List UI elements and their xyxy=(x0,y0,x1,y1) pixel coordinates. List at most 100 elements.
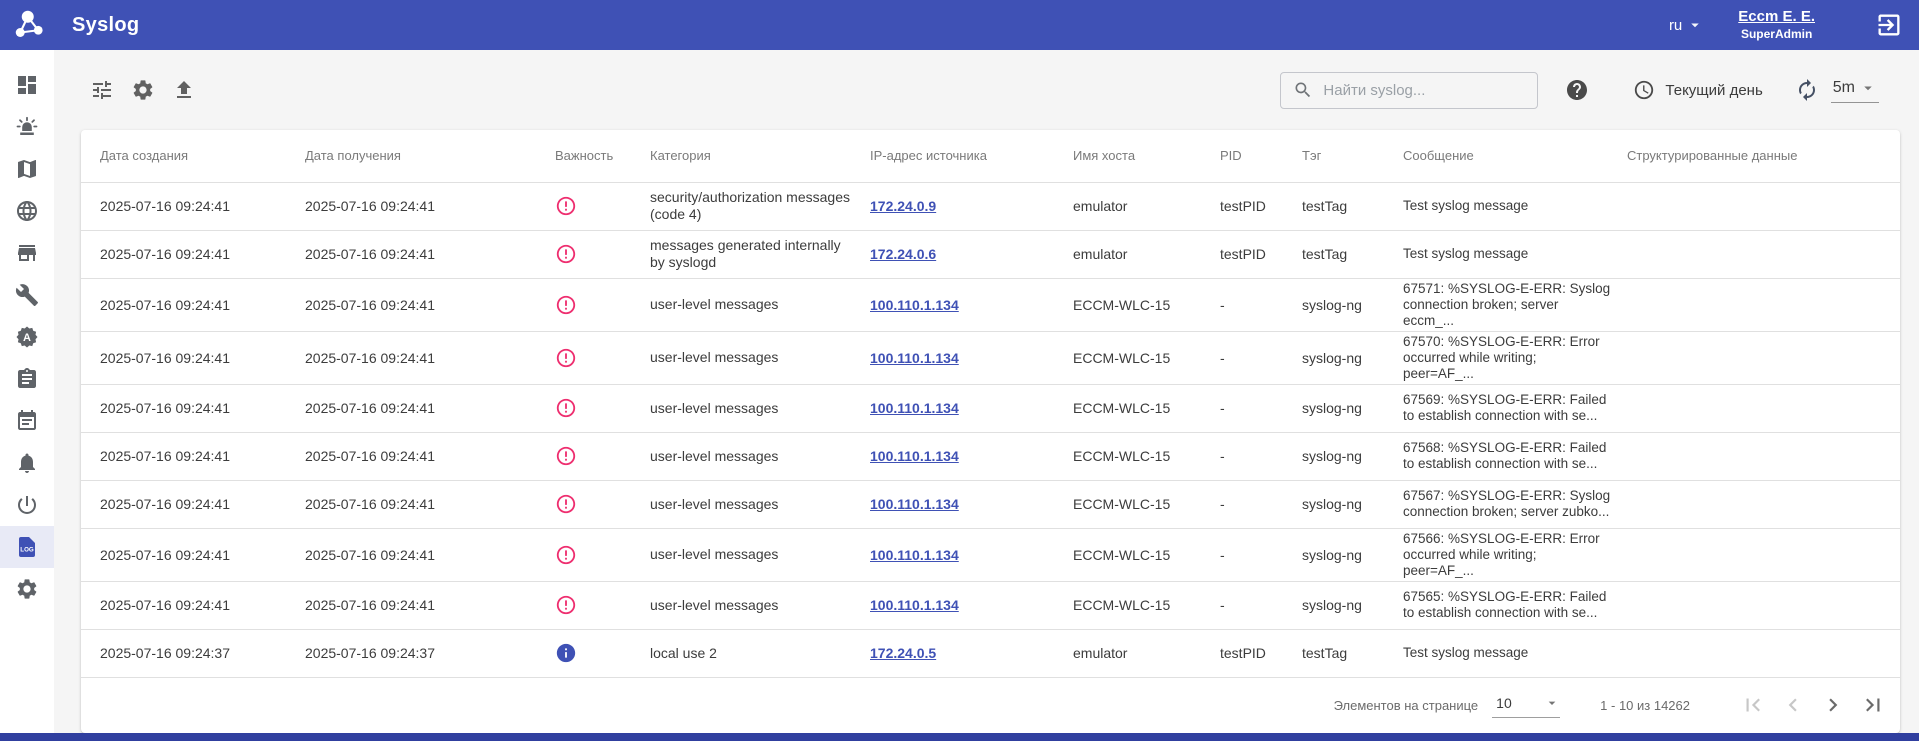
cell-pid: - xyxy=(1220,278,1302,331)
chevron-down-icon xyxy=(1859,79,1877,97)
chevron-down-icon xyxy=(1686,16,1704,34)
sidebar-item-alarms[interactable] xyxy=(0,106,54,148)
filter-button[interactable] xyxy=(90,78,114,102)
cell-severity xyxy=(555,182,650,230)
dashboard-icon xyxy=(15,73,39,97)
source-ip-link[interactable]: 100.110.1.134 xyxy=(870,496,959,512)
sidebar-item-map[interactable] xyxy=(0,148,54,190)
cell-pid: testPID xyxy=(1220,230,1302,278)
sidebar-item-syslog[interactable]: LOG xyxy=(0,526,54,568)
cell-message: 67571: %SYSLOG-E-ERR: Syslog connection … xyxy=(1403,278,1627,331)
search-input[interactable] xyxy=(1323,82,1525,99)
sidebar-item-notifications[interactable] xyxy=(0,442,54,484)
cell-received: 2025-07-16 09:24:41 xyxy=(305,432,555,480)
sidebar-item-autoconfig[interactable]: A xyxy=(0,316,54,358)
upload-icon xyxy=(172,78,196,102)
calendar-icon xyxy=(15,409,39,433)
last-page-icon xyxy=(1860,692,1886,718)
cell-host: emulator xyxy=(1073,230,1220,278)
cell-host: ECCM-WLC-15 xyxy=(1073,384,1220,432)
table-settings-button[interactable] xyxy=(131,78,155,102)
sidebar-item-tasks[interactable] xyxy=(0,358,54,400)
cell-received: 2025-07-16 09:24:41 xyxy=(305,230,555,278)
cell-structured-data xyxy=(1627,384,1900,432)
cell-message: 67567: %SYSLOG-E-ERR: Syslog connection … xyxy=(1403,480,1627,528)
column-header-received: Дата получения xyxy=(305,130,555,182)
cell-received: 2025-07-16 09:24:37 xyxy=(305,629,555,677)
cell-structured-data xyxy=(1627,528,1900,581)
cell-created: 2025-07-16 09:24:41 xyxy=(81,528,305,581)
source-ip-link[interactable]: 100.110.1.134 xyxy=(870,350,959,366)
error-severity-icon xyxy=(555,195,577,217)
source-ip-link[interactable]: 100.110.1.134 xyxy=(870,400,959,416)
cell-category: user-level messages xyxy=(650,278,870,331)
cell-created: 2025-07-16 09:24:41 xyxy=(81,581,305,629)
sidebar-item-tools[interactable] xyxy=(0,274,54,316)
source-ip-link[interactable]: 100.110.1.134 xyxy=(870,297,959,313)
first-page-button[interactable] xyxy=(1740,692,1766,718)
source-ip-link[interactable]: 172.24.0.5 xyxy=(870,645,936,661)
clipboard-icon xyxy=(15,367,39,391)
error-severity-icon xyxy=(555,544,577,566)
cell-severity xyxy=(555,432,650,480)
cell-message: 67569: %SYSLOG-E-ERR: Failed to establis… xyxy=(1403,384,1627,432)
page-title: Syslog xyxy=(72,14,139,37)
column-header-structured-data: Структурированные данные xyxy=(1627,130,1900,182)
cell-received: 2025-07-16 09:24:41 xyxy=(305,278,555,331)
previous-page-button[interactable] xyxy=(1780,692,1806,718)
cell-message: 67565: %SYSLOG-E-ERR: Failed to establis… xyxy=(1403,581,1627,629)
logout-button[interactable] xyxy=(1875,11,1903,39)
cell-severity xyxy=(555,480,650,528)
language-selector[interactable]: ru xyxy=(1669,16,1704,34)
cell-created: 2025-07-16 09:24:41 xyxy=(81,182,305,230)
help-button[interactable] xyxy=(1565,78,1589,102)
source-ip-link[interactable]: 100.110.1.134 xyxy=(870,597,959,613)
items-per-page-select[interactable]: 10 xyxy=(1492,693,1560,718)
sidebar-item-power[interactable] xyxy=(0,484,54,526)
source-ip-link[interactable]: 172.24.0.6 xyxy=(870,246,936,262)
sidebar-item-network[interactable] xyxy=(0,190,54,232)
cell-message: Test syslog message xyxy=(1403,182,1627,230)
cell-tag: syslog-ng xyxy=(1302,581,1403,629)
sidebar-item-settings[interactable] xyxy=(0,568,54,610)
source-ip-link[interactable]: 172.24.0.9 xyxy=(870,198,936,214)
gear-icon xyxy=(131,78,155,102)
cell-pid: - xyxy=(1220,480,1302,528)
error-severity-icon xyxy=(555,294,577,316)
last-page-button[interactable] xyxy=(1860,692,1886,718)
period-button[interactable]: Текущий день xyxy=(1633,79,1762,101)
cell-source-ip: 100.110.1.134 xyxy=(870,432,1073,480)
first-page-icon xyxy=(1740,692,1766,718)
table-row: 2025-07-16 09:24:41 2025-07-16 09:24:41 … xyxy=(81,331,1900,384)
cell-pid: - xyxy=(1220,581,1302,629)
sidebar-item-inventory[interactable] xyxy=(0,232,54,274)
user-name-link[interactable]: Eccm E. E. xyxy=(1738,8,1815,27)
cell-pid: - xyxy=(1220,331,1302,384)
table-row: 2025-07-16 09:24:41 2025-07-16 09:24:41 … xyxy=(81,480,1900,528)
log-file-icon: LOG xyxy=(15,535,39,559)
refresh-interval-select[interactable]: 5m xyxy=(1831,77,1879,103)
sidebar-item-schedule[interactable] xyxy=(0,400,54,442)
cell-source-ip: 100.110.1.134 xyxy=(870,581,1073,629)
cell-severity xyxy=(555,331,650,384)
cell-pid: testPID xyxy=(1220,182,1302,230)
column-header-severity: Важность xyxy=(555,130,650,182)
cell-received: 2025-07-16 09:24:41 xyxy=(305,384,555,432)
cell-source-ip: 100.110.1.134 xyxy=(870,331,1073,384)
toolbar: Текущий день 5m xyxy=(54,50,1919,130)
next-page-button[interactable] xyxy=(1820,692,1846,718)
column-header-host: Имя хоста xyxy=(1073,130,1220,182)
refresh-button[interactable] xyxy=(1795,78,1819,102)
user-block: Eccm E. E. SuperAdmin xyxy=(1738,8,1815,42)
sidebar-item-dashboard[interactable] xyxy=(0,64,54,106)
export-button[interactable] xyxy=(172,78,196,102)
syslog-table-card: Дата создания Дата получения Важность Ка… xyxy=(81,130,1900,733)
help-icon xyxy=(1565,78,1589,102)
svg-text:LOG: LOG xyxy=(20,547,34,554)
cell-tag: syslog-ng xyxy=(1302,528,1403,581)
filter-tune-icon xyxy=(90,78,114,102)
cell-category: user-level messages xyxy=(650,480,870,528)
source-ip-link[interactable]: 100.110.1.134 xyxy=(870,448,959,464)
cell-pid: - xyxy=(1220,432,1302,480)
source-ip-link[interactable]: 100.110.1.134 xyxy=(870,547,959,563)
